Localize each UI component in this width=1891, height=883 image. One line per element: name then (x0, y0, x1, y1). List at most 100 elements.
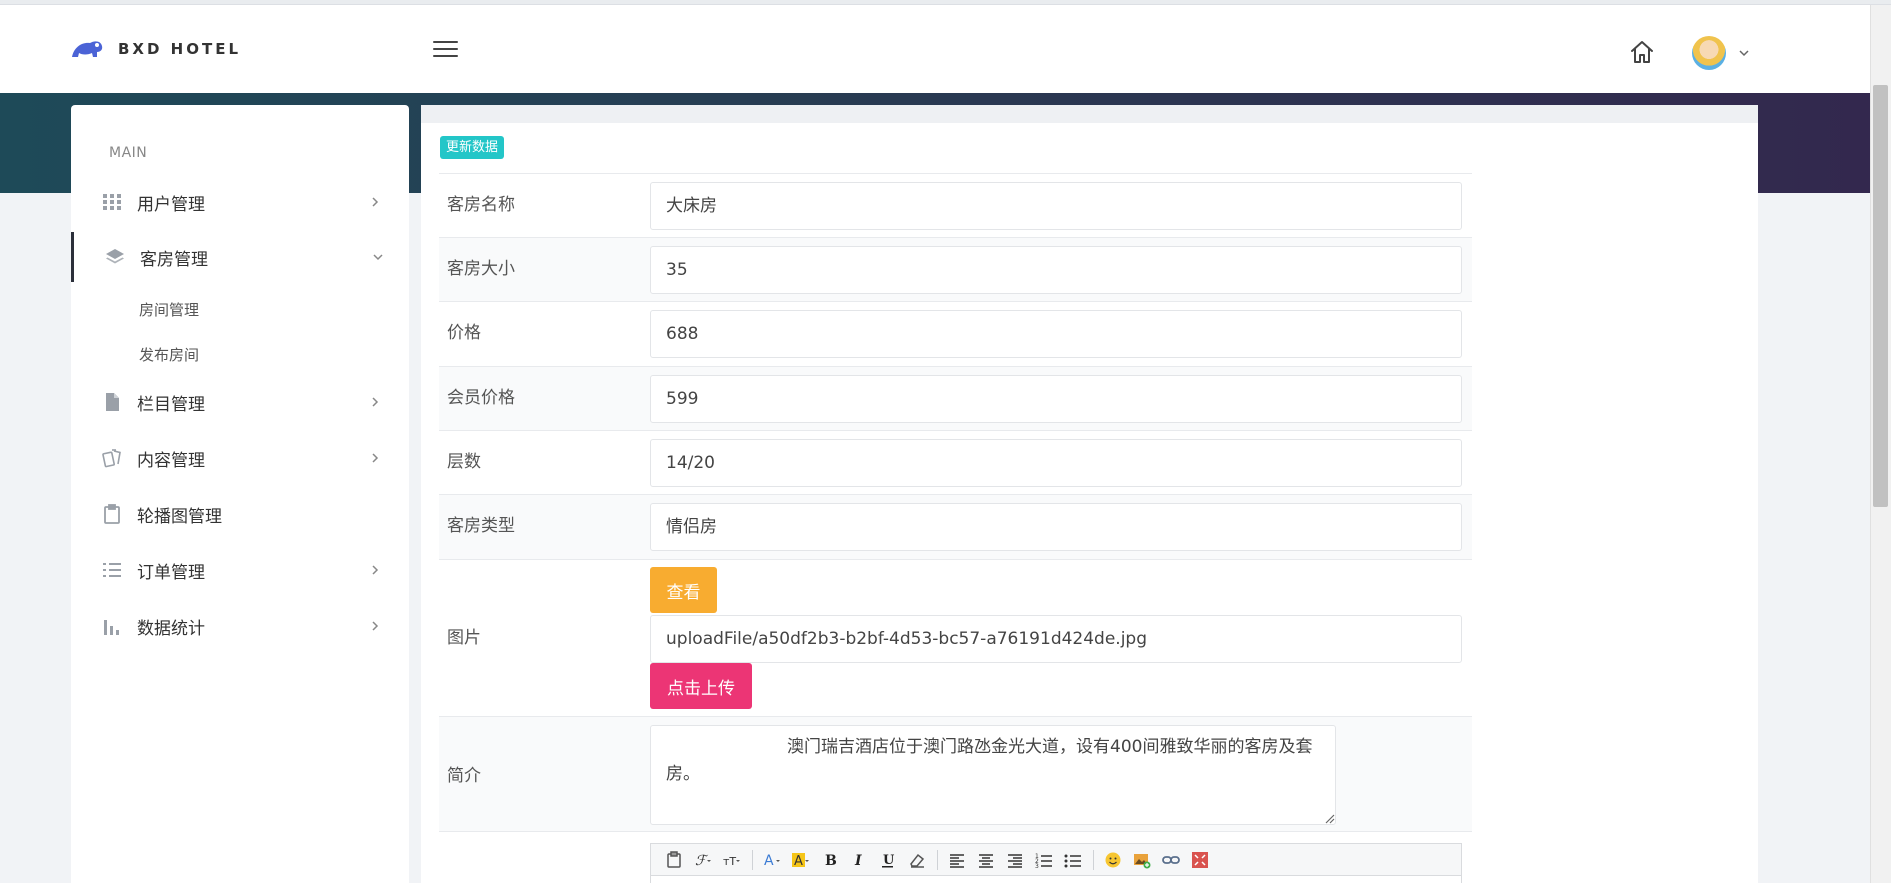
sidebar-section-title: MAIN (109, 145, 148, 161)
form-row-room-name: 客房名称 大床房 (439, 173, 1472, 237)
home-icon[interactable] (1628, 38, 1656, 66)
sidebar-item-label: 栏目管理 (137, 394, 205, 415)
form-row-price: 价格 688 (439, 301, 1472, 366)
form-row-intro: 简介 澳门瑞吉酒店位于澳门路氹金光大道，设有400间雅致华丽的客房及套房。 (439, 716, 1472, 831)
brand[interactable]: BXD HOTEL (70, 37, 241, 61)
upload-button[interactable]: 点击上传 (650, 663, 752, 709)
update-data-badge: 更新数据 (440, 136, 505, 159)
sidebar-item-label: 客房管理 (140, 249, 208, 270)
form-row-image: 图片 查看 uploadFile/a50df2b3-b2bf-4d53-bc57… (439, 559, 1472, 716)
image-path-input[interactable]: uploadFile/a50df2b3-b2bf-4d53-bc57-a7619… (650, 615, 1462, 663)
brand-name: BXD HOTEL (118, 40, 242, 58)
sidebar-item-rooms[interactable]: 客房管理 (71, 232, 409, 282)
main-panel: 更新数据 客房名称 大床房 客房大小 35 价格 688 会员价格 599 层数… (421, 105, 1758, 883)
floor-label: 层数 (447, 452, 481, 472)
sidebar-subitem-publish-room[interactable]: 发布房间 (139, 344, 199, 365)
member-price-label: 会员价格 (447, 388, 515, 408)
clipboard-icon (104, 504, 120, 524)
panel-top-bar (421, 105, 1758, 123)
room-type-label: 客房类型 (447, 516, 515, 536)
text-color-icon[interactable]: A (761, 849, 783, 871)
form-row-room-type: 客房类型 情侣房 (439, 494, 1472, 559)
chevron-down-icon[interactable] (1738, 47, 1750, 59)
paste-icon[interactable] (663, 849, 685, 871)
price-label: 价格 (447, 323, 481, 343)
sidebar-item-carousel[interactable]: 轮播图管理 (71, 489, 409, 539)
svg-text:I: I (854, 853, 862, 869)
svg-text:3: 3 (1035, 863, 1039, 869)
sidebar-item-statistics[interactable]: 数据统计 (71, 601, 409, 651)
svg-text:U: U (883, 853, 895, 868)
floor-input[interactable]: 14/20 (650, 439, 1462, 487)
toolbar-separator (752, 849, 753, 870)
chevron-down-icon (373, 254, 383, 261)
align-right-icon[interactable] (1004, 849, 1026, 871)
sidebar: MAIN 用户管理 客房管理 房间管理 发布房间 栏目管理 内容管理 轮播图管理… (71, 105, 409, 883)
chevron-right-icon (372, 453, 379, 463)
chevron-right-icon (372, 565, 379, 575)
hamburger-menu-icon[interactable] (433, 41, 458, 61)
intro-textarea[interactable]: 澳门瑞吉酒店位于澳门路氹金光大道，设有400间雅致华丽的客房及套房。 (650, 725, 1336, 825)
resize-grip-icon[interactable] (1325, 814, 1335, 824)
user-avatar[interactable] (1692, 36, 1726, 70)
unordered-list-icon[interactable] (1062, 849, 1084, 871)
ordered-list-icon[interactable]: 123 (1033, 849, 1055, 871)
view-image-button[interactable]: 查看 (650, 567, 717, 613)
intro-label: 简介 (447, 766, 481, 786)
room-type-input[interactable]: 情侣房 (650, 503, 1462, 551)
italic-icon[interactable]: I (848, 849, 870, 871)
underline-icon[interactable]: U (877, 849, 899, 871)
form-row-room-size: 客房大小 35 (439, 237, 1472, 301)
chevron-right-icon (372, 397, 379, 407)
member-price-input[interactable]: 599 (650, 375, 1462, 423)
price-input[interactable]: 688 (650, 310, 1462, 358)
room-size-label: 客房大小 (447, 259, 515, 279)
insert-image-icon[interactable] (1131, 849, 1153, 871)
list-icon (103, 563, 121, 577)
svg-text:A: A (794, 854, 803, 869)
chevron-right-icon (372, 621, 379, 631)
sidebar-item-orders[interactable]: 订单管理 (71, 545, 409, 595)
sidebar-subitem-room-management[interactable]: 房间管理 (139, 299, 199, 320)
scrollbar-thumb[interactable] (1873, 85, 1888, 507)
font-family-icon[interactable]: ℱ (692, 849, 714, 871)
sidebar-item-users[interactable]: 用户管理 (71, 177, 409, 227)
toolbar-separator (1093, 849, 1094, 870)
sidebar-item-content[interactable]: 内容管理 (71, 433, 409, 483)
svg-text:тT: тT (723, 855, 736, 868)
sidebar-item-label: 内容管理 (137, 450, 205, 471)
svg-text:ℱ: ℱ (695, 853, 709, 869)
room-size-input[interactable]: 35 (650, 246, 1462, 294)
align-center-icon[interactable] (975, 849, 997, 871)
bold-icon[interactable]: B (819, 849, 841, 871)
highlight-color-icon[interactable]: A (790, 849, 812, 871)
cards-icon (102, 449, 121, 468)
eraser-icon[interactable] (906, 849, 928, 871)
svg-text:A: A (764, 853, 774, 869)
sidebar-item-label: 轮播图管理 (137, 506, 222, 527)
rich-text-toolbar: ℱ тT A A B I U 1 2 3 (650, 843, 1462, 876)
svg-text:B: B (825, 853, 837, 869)
fullscreen-icon[interactable] (1189, 849, 1211, 871)
sidebar-item-columns[interactable]: 栏目管理 (71, 377, 409, 427)
image-label: 图片 (447, 628, 481, 648)
rich-text-editor-area[interactable] (650, 876, 1462, 883)
sidebar-item-label: 数据统计 (137, 618, 205, 639)
sidebar-item-label: 用户管理 (137, 194, 205, 215)
grid-icon (103, 194, 121, 210)
room-name-input[interactable]: 大床房 (650, 182, 1462, 230)
chevron-right-icon (372, 197, 379, 207)
toolbar-separator (937, 849, 938, 870)
top-header: BXD HOTEL (0, 5, 1870, 93)
layers-icon (106, 249, 124, 264)
emoji-icon[interactable] (1102, 849, 1124, 871)
sidebar-item-label: 订单管理 (137, 562, 205, 583)
bar-chart-icon (104, 620, 119, 635)
file-icon (106, 393, 119, 411)
form-row-member-price: 会员价格 599 (439, 366, 1472, 430)
font-size-icon[interactable]: тT (721, 849, 743, 871)
align-left-icon[interactable] (946, 849, 968, 871)
link-icon[interactable] (1160, 849, 1182, 871)
room-name-label: 客房名称 (447, 195, 515, 215)
form-row-floor: 层数 14/20 (439, 430, 1472, 494)
